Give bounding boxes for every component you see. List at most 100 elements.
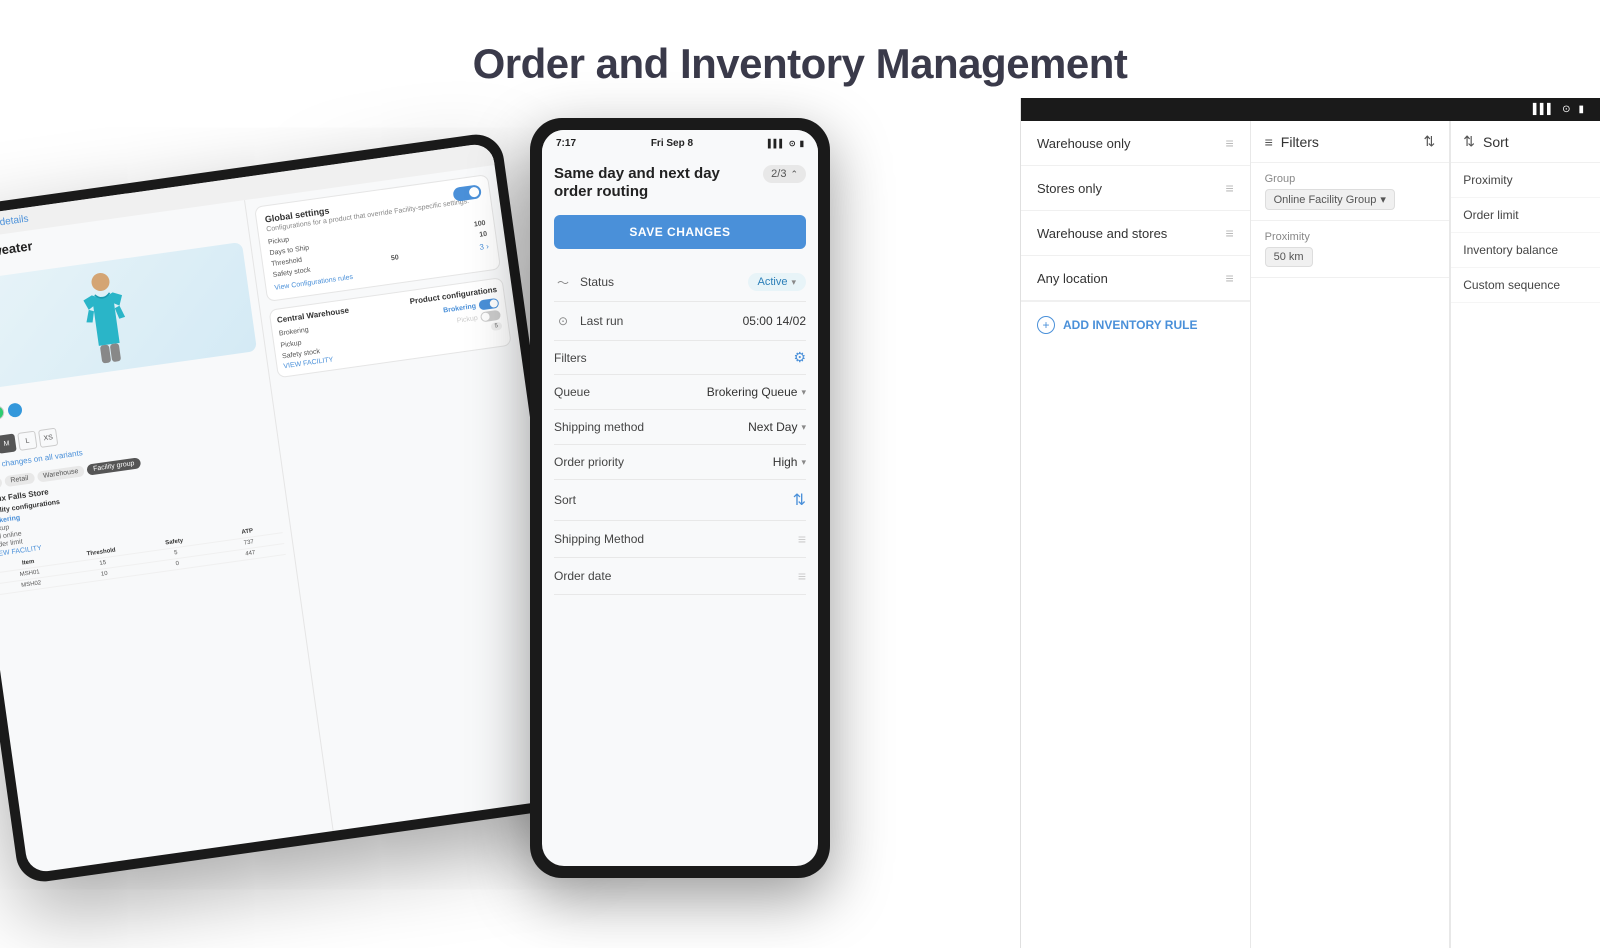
tab-facility-group[interactable]: Facility group (87, 457, 142, 475)
last-run-field-left: ⊙ Last run (554, 312, 623, 330)
proximity-filter-label: Proximity (1265, 231, 1436, 243)
group-filter-value-row: Online Facility Group ▾ (1265, 189, 1436, 210)
save-changes-button[interactable]: SAVE CHANGES (554, 215, 806, 249)
status-field: 〜 Status Active ▾ (554, 263, 806, 302)
date-display: Fri Sep 8 (651, 138, 693, 149)
wave-icon: 〜 (554, 273, 572, 291)
tablet-left: ← Product details Jade Sweater T3041_Blu… (0, 131, 594, 885)
pagination-control[interactable]: 2/3 ⌃ (763, 165, 806, 183)
tl-content: Jade Sweater T3041_Blue (0, 165, 583, 874)
order-date-drag-field: Order date ≡ (554, 558, 806, 595)
shipping-method-drag-label: Shipping Method (554, 532, 644, 546)
filters-panel: ≡ Filters ⇅ Group Online Facility Group … (1251, 121, 1451, 948)
signal-icon: ▌▌▌ (1533, 104, 1554, 115)
size-xs[interactable]: XS (38, 428, 58, 448)
clock-icon: ⊙ (554, 312, 572, 330)
last-run-value: 05:00 14/02 (743, 314, 806, 328)
tablet-center: 7:17 Fri Sep 8 ▌▌▌ ⊙ ▮ Same day and next… (530, 118, 830, 878)
group-dropdown-value: Online Facility Group (1274, 194, 1377, 206)
tc-screen: 7:17 Fri Sep 8 ▌▌▌ ⊙ ▮ Same day and next… (542, 130, 818, 866)
sort-icon-btn[interactable]: ⇅ (793, 490, 806, 510)
tablet-left-screen: ← Product details Jade Sweater T3041_Blu… (0, 142, 583, 874)
sort-lines-icon: ⇅ (1424, 133, 1436, 150)
status-bar-icons: ▌▌▌ ⊙ ▮ (768, 139, 804, 148)
filters-row[interactable]: Filters ⚙ (554, 341, 806, 375)
tab-retail[interactable]: Retail (4, 472, 35, 487)
shipping-method-value[interactable]: Next Day ▾ (748, 420, 806, 434)
panel-content: Warehouse only ≡ Stores only ≡ Warehouse… (1021, 121, 1600, 948)
shipping-method-drag-field: Shipping Method ≡ (554, 521, 806, 558)
tab-all[interactable]: All (0, 477, 2, 491)
size-l[interactable]: L (17, 431, 37, 451)
devices-area: ← Product details Jade Sweater T3041_Blu… (0, 98, 1600, 858)
filters-header: ≡ Filters ⇅ (1251, 121, 1450, 163)
sort-panel: ⇅ Sort Proximity Order limit Inventory b… (1450, 121, 1600, 948)
product-person-icon (72, 266, 140, 368)
drag-handle-icon[interactable]: ≡ (798, 531, 806, 547)
proximity-filter-row: Proximity 50 km (1251, 221, 1450, 278)
status-label: Status (580, 275, 614, 289)
drag-icon-any: ≡ (1225, 270, 1233, 286)
status-field-left: 〜 Status (554, 273, 614, 291)
sort-item-proximity[interactable]: Proximity (1451, 163, 1600, 198)
status-value-badge[interactable]: Active ▾ (748, 273, 807, 291)
order-date-label: Order date (554, 569, 611, 583)
location-panel: Warehouse only ≡ Stores only ≡ Warehouse… (1021, 121, 1251, 948)
time-display: 7:17 (556, 138, 576, 149)
brokering-toggle[interactable] (478, 298, 499, 311)
sort-item-order-limit[interactable]: Order limit (1451, 198, 1600, 233)
order-priority-value[interactable]: High ▾ (773, 455, 806, 469)
page-title: Order and Inventory Management (0, 0, 1600, 98)
drag-icon-warehouse: ≡ (1225, 135, 1233, 151)
panel-top-bar: ▌▌▌ ⊙ ▮ (1021, 98, 1600, 121)
wifi-signal-icon: ⊙ (1562, 104, 1570, 115)
tab-warehouse[interactable]: Warehouse (36, 465, 85, 483)
add-rule-label: ADD INVENTORY RULE (1063, 318, 1197, 332)
drag-icon-both: ≡ (1225, 225, 1233, 241)
pickup-toggle[interactable] (480, 310, 501, 323)
sort-item-inventory-balance[interactable]: Inventory balance (1451, 233, 1600, 268)
color-blue[interactable] (7, 402, 23, 418)
tc-main: Same day and next day order routing 2/3 … (542, 153, 818, 866)
status-bar: 7:17 Fri Sep 8 ▌▌▌ ⊙ ▮ (542, 130, 818, 153)
color-green[interactable] (0, 405, 5, 421)
location-item-stores-only[interactable]: Stores only ≡ (1021, 166, 1250, 211)
tc-title: Same day and next day order routing (554, 165, 720, 201)
location-item-any-location[interactable]: Any location ≡ (1021, 256, 1250, 301)
battery-icon: ▮ (800, 139, 804, 148)
add-rule-circle-icon: + (1037, 316, 1055, 334)
queue-value[interactable]: Brokering Queue ▾ (707, 385, 806, 399)
wifi-icon: ⊙ (789, 139, 796, 148)
order-priority-field: Order priority High ▾ (554, 445, 806, 480)
order-date-drag-icon[interactable]: ≡ (798, 568, 806, 584)
add-inventory-rule-button[interactable]: + ADD INVENTORY RULE (1021, 301, 1250, 348)
group-filter-row: Group Online Facility Group ▾ (1251, 163, 1450, 221)
proximity-dropdown[interactable]: 50 km (1265, 247, 1313, 267)
battery-full-icon: ▮ (1578, 104, 1584, 115)
drag-icon-stores: ≡ (1225, 180, 1233, 196)
filters-title-area: ≡ Filters (1265, 134, 1319, 150)
proximity-dropdown-value: 50 km (1274, 251, 1304, 263)
queue-label: Queue (554, 385, 590, 399)
right-panel: ▌▌▌ ⊙ ▮ Warehouse only ≡ Stores only ≡ W… (1020, 98, 1600, 948)
last-run-label: Last run (580, 314, 623, 328)
size-m[interactable]: M (0, 433, 17, 453)
location-item-warehouse-and-stores[interactable]: Warehouse and stores ≡ (1021, 211, 1250, 256)
group-dropdown[interactable]: Online Facility Group ▾ (1265, 189, 1395, 210)
shipping-method-field: Shipping method Next Day ▾ (554, 410, 806, 445)
filters-label: Filters (554, 351, 587, 365)
group-filter-label: Group (1265, 173, 1436, 185)
sort-field: Sort ⇅ (554, 480, 806, 521)
signal-bars-icon: ▌▌▌ (768, 139, 785, 148)
location-item-warehouse-only[interactable]: Warehouse only ≡ (1021, 121, 1250, 166)
sort-label: Sort (554, 493, 576, 507)
filter-icon[interactable]: ⚙ (793, 349, 806, 366)
sort-item-custom-sequence[interactable]: Custom sequence (1451, 268, 1600, 303)
group-dropdown-arrow: ▾ (1380, 193, 1386, 206)
sort-title: Sort (1483, 134, 1509, 150)
tc-header: Same day and next day order routing 2/3 … (554, 165, 806, 201)
chevron-up-icon: ⌃ (790, 169, 798, 180)
filter-lines-icon: ≡ (1265, 134, 1273, 150)
filters-title: Filters (1281, 134, 1319, 150)
safety-stock-value: 5 (490, 322, 502, 332)
